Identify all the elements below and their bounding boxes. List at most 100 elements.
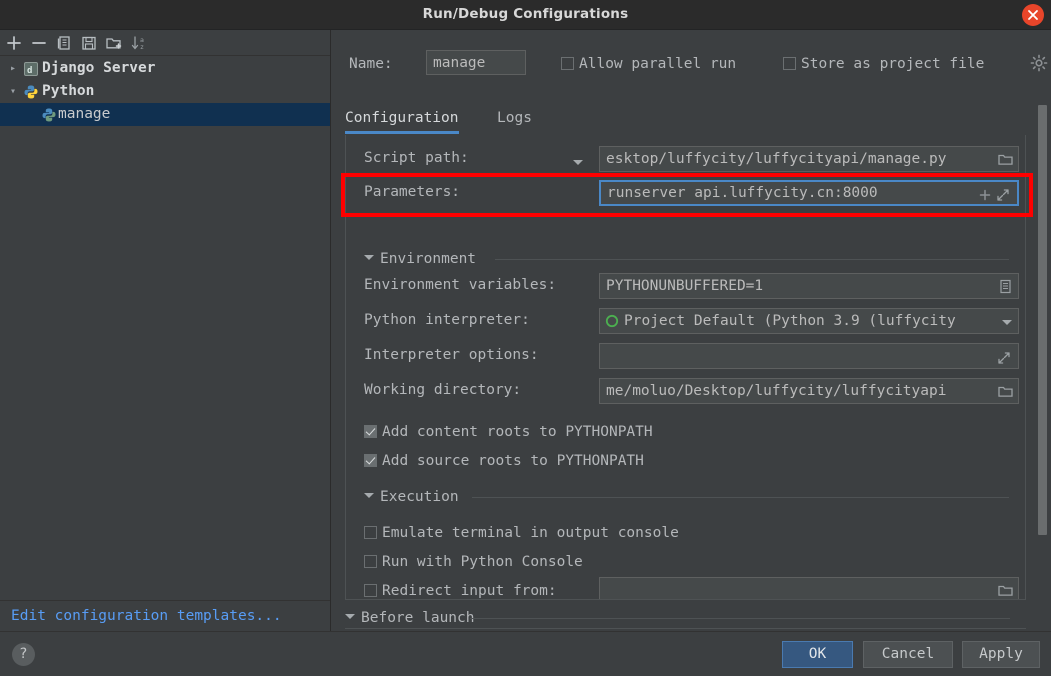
python-interpreter-chevron-down-icon[interactable] [1002, 320, 1012, 325]
add-source-roots-label: Add source roots to PYTHONPATH [382, 453, 644, 469]
form-scrollbar-track[interactable] [1038, 105, 1047, 653]
parameters-expand-icon[interactable] [996, 187, 1013, 204]
folder-browse-icon[interactable] [997, 151, 1014, 168]
before-launch-section-header[interactable]: Before launch [345, 608, 475, 628]
working-directory-value: me/moluo/Desktop/luffycity/luffycityapi [606, 383, 946, 399]
close-icon[interactable] [1022, 4, 1044, 26]
django-icon: d [23, 61, 39, 77]
form-scrollbar-thumb[interactable] [1038, 105, 1047, 535]
add-source-roots-checkbox[interactable]: Add source roots to PYTHONPATH [364, 450, 644, 470]
copy-configuration-button[interactable] [54, 33, 74, 53]
copy-icon [54, 33, 74, 53]
move-to-folder-button[interactable] [104, 33, 124, 53]
list-glyph [997, 278, 1014, 295]
tree-item-manage[interactable]: manage [0, 103, 330, 126]
environment-variables-row: Environment variables: PYTHONUNBUFFERED=… [346, 273, 1026, 299]
svg-text:z: z [140, 43, 144, 51]
add-content-roots-label: Add content roots to PYTHONPATH [382, 424, 653, 440]
chevron-right-icon[interactable]: ▸ [6, 57, 20, 80]
allow-parallel-run-checkbox[interactable]: Allow parallel run [561, 53, 736, 73]
before-launch-title: Before launch [361, 610, 475, 626]
tree-item-label: Django Server [42, 57, 156, 80]
tree-item-django-server[interactable]: ▸ d Django Server [0, 57, 330, 80]
expand-glyph [997, 351, 1011, 365]
folder-glyph [997, 151, 1014, 168]
svg-text:d: d [27, 66, 32, 76]
script-path-mode-chevron-down-icon[interactable] [573, 160, 583, 165]
chevron-down-icon[interactable]: ▾ [6, 80, 20, 103]
add-content-roots-checkbox[interactable]: Add content roots to PYTHONPATH [364, 421, 653, 441]
script-path-label: Script path: [364, 150, 469, 166]
folder-browse-icon[interactable] [997, 383, 1014, 400]
checkbox-box [364, 526, 377, 539]
folder-plus-icon [104, 33, 124, 53]
python-env-glyph [604, 313, 620, 329]
interpreter-options-input[interactable] [599, 343, 1019, 369]
sort-az-icon: a z [129, 33, 149, 53]
section-divider [495, 259, 1009, 260]
configuration-detail-panel: Name: Allow parallel run Store as projec… [331, 30, 1051, 631]
before-launch-panel-border [345, 628, 1026, 629]
run-with-python-console-checkbox[interactable]: Run with Python Console [364, 551, 583, 571]
environment-section-header[interactable]: Environment [364, 249, 476, 269]
folder-glyph [997, 582, 1014, 599]
save-configuration-button[interactable] [79, 33, 99, 53]
close-glyph [1027, 9, 1039, 21]
ok-button[interactable]: OK [782, 641, 853, 668]
python-interpreter-select[interactable]: Project Default (Python 3.9 (luffycity [599, 308, 1019, 334]
name-row: Name: Allow parallel run Store as projec… [331, 50, 1051, 80]
section-divider [470, 618, 1010, 619]
dialog-footer: ? OK Cancel Apply [0, 631, 1051, 676]
section-divider [472, 497, 1009, 498]
help-button[interactable]: ? [12, 643, 35, 666]
gear-glyph [1030, 54, 1048, 72]
execution-section-header[interactable]: Execution [364, 487, 459, 507]
edit-configuration-templates-link[interactable]: Edit configuration templates... [0, 600, 330, 631]
parameters-label: Parameters: [364, 184, 460, 200]
environment-variables-label: Environment variables: [364, 277, 556, 293]
environment-variables-value: PYTHONUNBUFFERED=1 [606, 278, 763, 294]
remove-configuration-button[interactable] [29, 33, 49, 53]
apply-button[interactable]: Apply [962, 641, 1040, 668]
list-edit-icon[interactable] [997, 278, 1014, 295]
execution-section-title: Execution [380, 489, 459, 505]
gear-icon[interactable] [1030, 54, 1048, 72]
tree-item-label: Python [42, 80, 94, 103]
configuration-form: Script path: esktop/luffycity/luffycitya… [345, 135, 1026, 600]
tree-item-python[interactable]: ▾ Python [0, 80, 330, 103]
cancel-button[interactable]: Cancel [863, 641, 953, 668]
folder-browse-icon[interactable] [997, 582, 1014, 599]
working-directory-input[interactable]: me/moluo/Desktop/luffycity/luffycityapi [599, 378, 1019, 404]
minus-icon [29, 33, 49, 53]
parameters-insert-macro-plus-icon[interactable] [978, 187, 995, 204]
expand-glyph [996, 188, 1010, 202]
python-env-icon [604, 313, 620, 334]
parameters-row: Parameters: runserver api.luffycity.cn:8… [346, 180, 1026, 206]
interpreter-options-row: Interpreter options: [346, 343, 1026, 369]
python-interpreter-value: Project Default (Python 3.9 (luffycity [624, 313, 956, 329]
add-configuration-button[interactable] [4, 33, 24, 53]
script-path-row: Script path: esktop/luffycity/luffycitya… [346, 146, 1026, 172]
interpreter-options-expand-icon[interactable] [997, 349, 1014, 366]
redirect-input-path-field[interactable] [599, 577, 1019, 600]
configurations-tree: ▸ d Django Server ▾ Python [0, 57, 330, 599]
emulate-terminal-checkbox[interactable]: Emulate terminal in output console [364, 522, 679, 542]
store-as-project-file-label: Store as project file [801, 56, 984, 72]
store-as-project-file-checkbox[interactable]: Store as project file [783, 53, 984, 73]
allow-parallel-run-label: Allow parallel run [579, 56, 736, 72]
checkbox-box [364, 425, 377, 438]
parameters-input[interactable]: runserver api.luffycity.cn:8000 [599, 180, 1019, 206]
sort-configurations-button[interactable]: a z [129, 33, 149, 53]
name-label: Name: [349, 56, 393, 72]
name-input[interactable] [426, 50, 526, 75]
python-interpreter-label: Python interpreter: [364, 312, 530, 328]
plus-glyph [978, 188, 992, 202]
parameters-value: runserver api.luffycity.cn:8000 [607, 185, 878, 201]
python-interpreter-row: Python interpreter: Project Default (Pyt… [346, 308, 1026, 334]
script-path-input[interactable]: esktop/luffycity/luffycityapi/manage.py [599, 146, 1019, 172]
save-icon [79, 33, 99, 53]
tab-logs[interactable]: Logs [497, 105, 532, 134]
run-with-python-console-label: Run with Python Console [382, 554, 583, 570]
tab-configuration[interactable]: Configuration [345, 105, 459, 134]
environment-variables-input[interactable]: PYTHONUNBUFFERED=1 [599, 273, 1019, 299]
